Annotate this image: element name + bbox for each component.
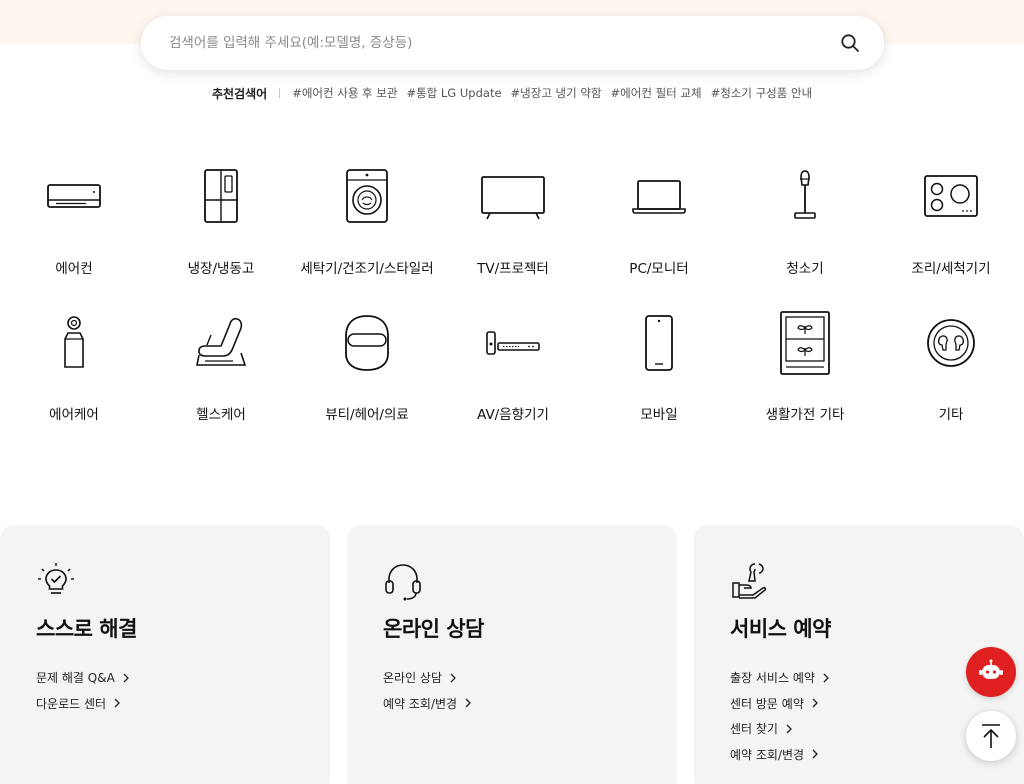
category-air-conditioner[interactable]: 에어컨 (0, 152, 148, 298)
category-row: 에어케어 헬스케어 뷰티/헤어/의료 AV/음향기기 모바일 생활가전 기타 기… (0, 298, 1024, 444)
link-label: 예약 조회/변경 (730, 747, 805, 762)
divider (279, 88, 281, 98)
scroll-top-button[interactable] (966, 711, 1016, 761)
card-self-solve: 스스로 해결 문제 해결 Q&A 다운로드 센터 (0, 525, 330, 784)
category-grid: 에어컨 냉장/냉동고 세탁기/건조기/스타일러 TV/프로젝터 PC/모니터 청… (0, 152, 1024, 444)
search-tag[interactable]: #청소기 구성품 안내 (711, 85, 813, 101)
card-link[interactable]: 예약 조회/변경 (383, 691, 677, 717)
category-label: 에어컨 (55, 261, 93, 277)
chevron-right-icon (123, 673, 129, 683)
card-link[interactable]: 문제 해결 Q&A (36, 665, 330, 691)
lightbulb-check-icon (36, 561, 76, 601)
vacuum-icon (770, 152, 840, 242)
card-link[interactable]: 온라인 상담 (383, 665, 677, 691)
wrench-hand-icon (730, 561, 770, 601)
chevron-right-icon (812, 698, 818, 708)
category-mobile[interactable]: 모바일 (586, 298, 732, 444)
category-label: PC/모니터 (629, 261, 689, 277)
category-refrigerator[interactable]: 냉장/냉동고 (148, 152, 294, 298)
mobile-icon (624, 298, 694, 388)
category-label: 냉장/냉동고 (187, 261, 255, 277)
category-tv[interactable]: TV/프로젝터 (440, 152, 586, 298)
robot-icon (979, 659, 1003, 679)
link-label: 예약 조회/변경 (383, 696, 458, 711)
beauty-mask-icon (332, 298, 402, 388)
search-icon[interactable] (838, 31, 862, 55)
category-label: 모바일 (640, 407, 678, 423)
link-label: 다운로드 센터 (36, 696, 107, 711)
card-title: 서비스 예약 (730, 617, 831, 641)
chevron-right-icon (114, 698, 120, 708)
laptop-icon (624, 152, 694, 242)
plant-cabinet-icon (770, 298, 840, 388)
category-cooking[interactable]: 조리/세척기기 (878, 152, 1024, 298)
link-label: 온라인 상담 (383, 671, 443, 686)
category-etc[interactable]: 기타 (878, 298, 1024, 444)
chevron-right-icon (812, 749, 819, 759)
link-label: 센터 방문 예약 (730, 696, 804, 711)
chatbot-button[interactable] (966, 647, 1016, 697)
category-label: 생활가전 기타 (765, 407, 845, 423)
arrow-up-icon (982, 724, 1000, 748)
category-av[interactable]: AV/음향기기 (440, 298, 586, 444)
air-conditioner-icon (39, 152, 109, 242)
search-bar (141, 16, 884, 70)
service-cards: 스스로 해결 문제 해결 Q&A 다운로드 센터 온라인 상담 온라인 상담 예… (0, 525, 1024, 784)
search-tag[interactable]: #에어컨 사용 후 보관 (292, 85, 397, 101)
chevron-right-icon (465, 698, 472, 708)
search-tag[interactable]: #에어컨 필터 교체 (611, 85, 702, 101)
category-vacuum[interactable]: 청소기 (732, 152, 878, 298)
search-tag[interactable]: #통합 LG Update (406, 85, 501, 101)
link-label: 출장 서비스 예약 (730, 671, 815, 686)
recommended-searches: 추천검색어 #에어컨 사용 후 보관 #통합 LG Update #냉장고 냉기… (212, 84, 821, 102)
category-label: 헬스케어 (196, 407, 246, 423)
earbuds-icon (916, 298, 986, 388)
category-healthcare[interactable]: 헬스케어 (148, 298, 294, 444)
card-title: 온라인 상담 (383, 617, 484, 641)
headset-icon (383, 561, 423, 601)
search-tag[interactable]: #냉장고 냉기 약함 (511, 85, 602, 101)
link-label: 문제 해결 Q&A (36, 671, 115, 686)
washing-machine-icon (332, 152, 402, 242)
chevron-right-icon (786, 724, 792, 734)
category-label: 청소기 (786, 261, 824, 277)
air-purifier-icon (39, 298, 109, 388)
category-air-care[interactable]: 에어케어 (0, 298, 148, 444)
card-title: 스스로 해결 (36, 617, 137, 641)
category-beauty[interactable]: 뷰티/헤어/의료 (294, 298, 440, 444)
category-row: 에어컨 냉장/냉동고 세탁기/건조기/스타일러 TV/프로젝터 PC/모니터 청… (0, 152, 1024, 298)
cooktop-icon (916, 152, 986, 242)
category-washer[interactable]: 세탁기/건조기/스타일러 (294, 152, 440, 298)
massage-chair-icon (186, 298, 256, 388)
soundbar-icon (478, 298, 548, 388)
category-label: 에어케어 (49, 407, 99, 423)
chevron-right-icon (823, 673, 829, 683)
recommended-label: 추천검색어 (212, 86, 268, 101)
category-label: 조리/세척기기 (911, 261, 991, 277)
category-living-etc[interactable]: 생활가전 기타 (732, 298, 878, 444)
category-label: 뷰티/헤어/의료 (325, 407, 409, 423)
category-pc[interactable]: PC/모니터 (586, 152, 732, 298)
refrigerator-icon (186, 152, 256, 242)
card-link[interactable]: 다운로드 센터 (36, 691, 330, 717)
category-label: 세탁기/건조기/스타일러 (300, 261, 434, 277)
tv-icon (478, 152, 548, 242)
card-online-consult: 온라인 상담 온라인 상담 예약 조회/변경 (347, 525, 677, 784)
category-label: AV/음향기기 (477, 407, 549, 423)
search-input[interactable] (169, 35, 838, 51)
category-label: TV/프로젝터 (477, 261, 549, 277)
category-label: 기타 (938, 407, 964, 423)
link-label: 센터 찾기 (730, 722, 778, 737)
chevron-right-icon (450, 673, 456, 683)
